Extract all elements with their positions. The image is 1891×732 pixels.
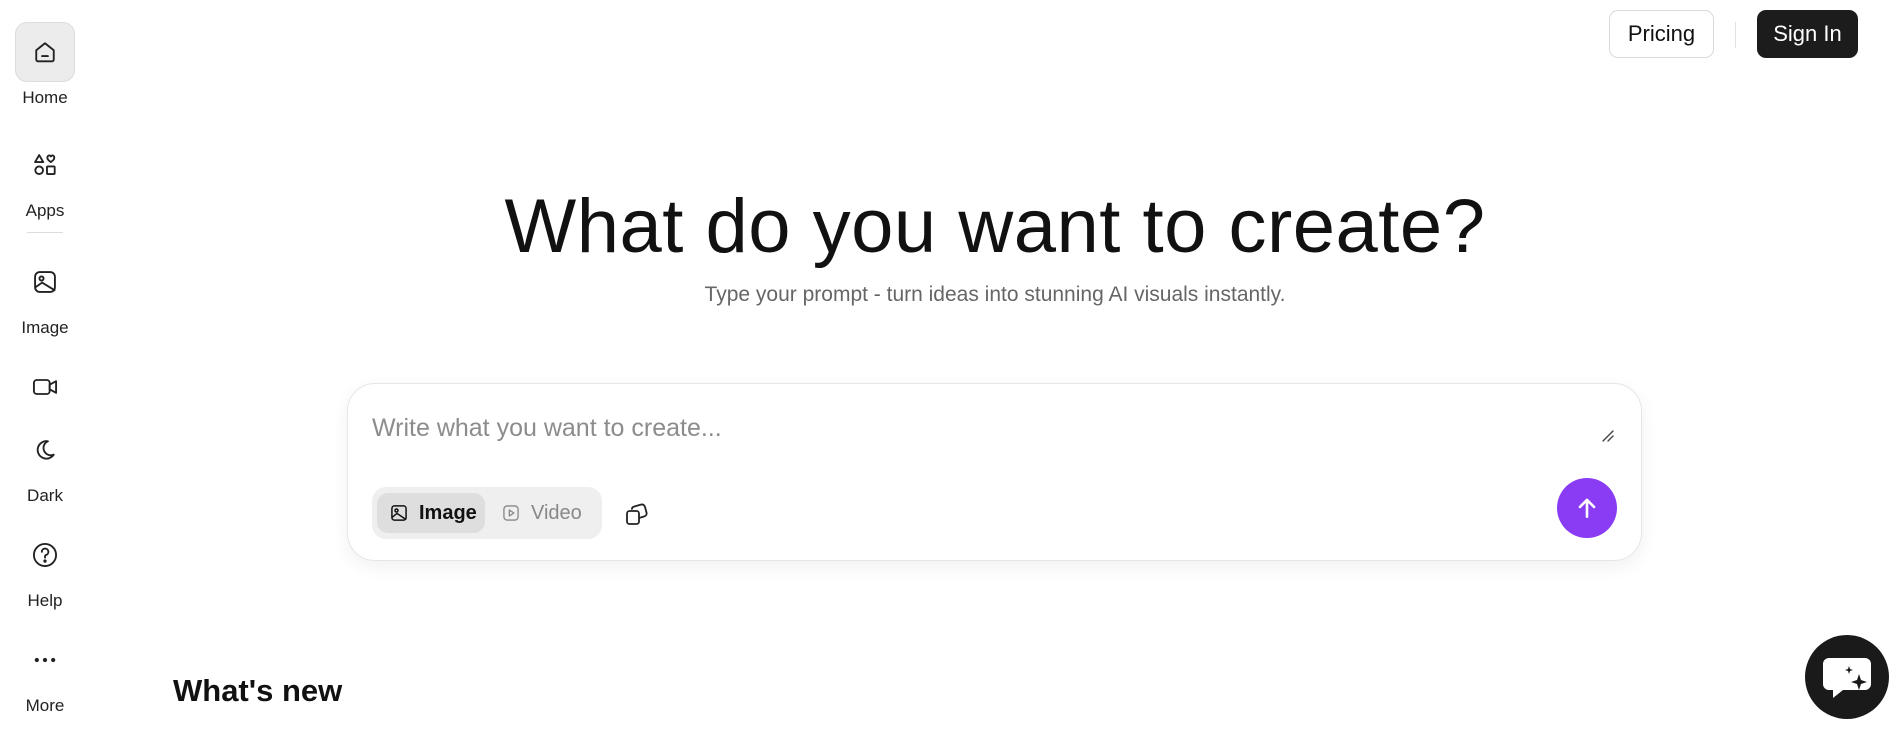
sidebar-item-dark[interactable]: Dark xyxy=(0,420,90,506)
styles-icon[interactable] xyxy=(623,499,653,529)
prompt-input[interactable] xyxy=(372,408,1602,448)
video-camera-icon xyxy=(15,357,75,417)
sidebar-item-help[interactable]: Help xyxy=(0,525,90,611)
mode-video-label: Video xyxy=(531,501,582,524)
more-dots-icon xyxy=(15,630,75,690)
sidebar-item-home[interactable]: Home xyxy=(0,22,90,108)
sign-in-button[interactable]: Sign In xyxy=(1757,10,1858,58)
sidebar: Home Apps Image Dark Help More xyxy=(0,0,90,732)
sidebar-item-video[interactable] xyxy=(0,357,90,417)
sidebar-item-label: More xyxy=(25,696,65,715)
submit-button[interactable] xyxy=(1557,478,1617,538)
home-icon xyxy=(15,22,75,82)
mode-image-label: Image xyxy=(419,501,477,524)
sidebar-item-label: Dark xyxy=(27,486,63,505)
sidebar-item-label: Home xyxy=(22,88,68,107)
sidebar-item-label: Help xyxy=(27,591,63,610)
sidebar-item-apps[interactable]: Apps xyxy=(0,135,90,221)
mode-image-button[interactable]: Image xyxy=(377,493,485,533)
page-subtitle: Type your prompt - turn ideas into stunn… xyxy=(704,283,1286,306)
sidebar-item-label: Apps xyxy=(25,201,65,220)
pricing-button[interactable]: Pricing xyxy=(1609,10,1714,58)
mode-video-button[interactable]: Video xyxy=(489,493,594,533)
header-divider xyxy=(1735,22,1736,48)
sidebar-item-label: Image xyxy=(21,318,69,337)
help-circle-icon xyxy=(15,525,75,585)
chat-sparkle-icon xyxy=(1823,658,1871,698)
arrow-up-icon xyxy=(1578,498,1596,518)
image-icon xyxy=(391,505,407,521)
sidebar-divider xyxy=(27,232,63,233)
prompt-card: Image Video xyxy=(347,383,1642,561)
resize-handle-icon[interactable] xyxy=(1601,429,1615,443)
apps-icon xyxy=(15,135,75,195)
sidebar-item-image[interactable]: Image xyxy=(0,252,90,338)
chat-button[interactable] xyxy=(1805,635,1889,719)
play-square-icon xyxy=(503,505,519,521)
image-icon xyxy=(15,252,75,312)
page-title: What do you want to create? xyxy=(504,184,1486,269)
moon-icon xyxy=(15,420,75,480)
whats-new-heading: What's new xyxy=(173,673,343,708)
sidebar-item-more[interactable]: More xyxy=(0,630,90,716)
mode-toggle: Image Video xyxy=(372,487,602,539)
